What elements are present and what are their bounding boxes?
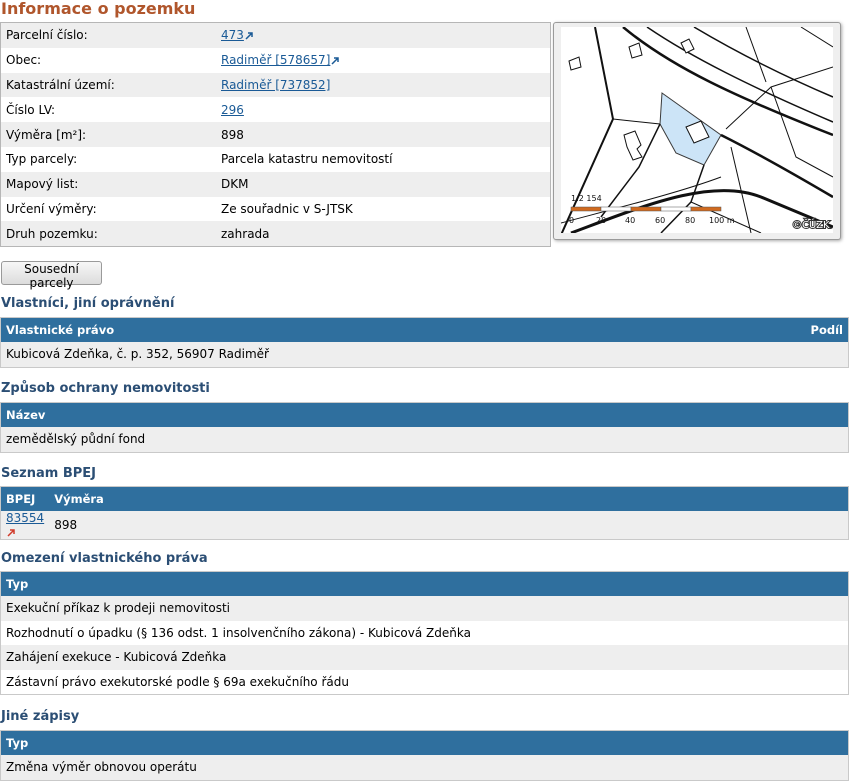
protection-title: Způsob ochrany nemovitosti <box>1 381 210 396</box>
external-link-icon[interactable] <box>7 528 16 537</box>
label-parcel-number: Parcelní číslo: <box>0 22 216 48</box>
map-copyright: ©ČÚZK <box>792 218 830 231</box>
parcel-map[interactable]: 1:2 154 0 20 40 60 80 100 m ©ČÚZK <box>553 22 841 240</box>
other-record-cell: Změna výměr obnovou operátu <box>0 755 849 780</box>
neighbor-parcels-button[interactable]: Sousední parcely <box>1 261 102 290</box>
label-land-type: Druh pozemku: <box>0 221 216 247</box>
value-lv-number: 296 <box>216 97 551 123</box>
bpej-table: BPEJ Výměra 83554 898 <box>0 486 849 540</box>
map-tick-80: 80 <box>685 216 695 225</box>
protection-table: Název zemědělský půdní fond <box>0 402 849 453</box>
other-col-type: Typ <box>0 730 849 755</box>
bpej-col-area: Výměra <box>49 486 849 511</box>
row-parcel-number: Parcelní číslo: 473 <box>0 22 551 48</box>
restrictions-title: Omezení vlastnického práva <box>1 551 208 566</box>
restrictions-table: Typ Exekuční příkaz k prodeji nemovitost… <box>0 571 849 695</box>
bpej-col-code: BPEJ <box>0 486 50 511</box>
label-lv-number: Číslo LV: <box>0 97 216 123</box>
owner-cell: Kubicová Zdeňka, č. p. 352, 56907 Radimě… <box>0 342 849 367</box>
parcel-info-table: Parcelní číslo: 473 Obec: Radiměř [57865… <box>0 22 551 248</box>
row-map-sheet: Mapový list: DKM <box>0 171 551 197</box>
restriction-cell: Rozhodnutí o úpadku (§ 136 odst. 1 insol… <box>0 620 849 645</box>
bpej-title: Seznam BPEJ <box>1 466 96 481</box>
value-parcel-type: Parcela katastru nemovitostí <box>216 146 551 172</box>
value-land-type: zahrada <box>216 221 551 247</box>
lv-number-link[interactable]: 296 <box>221 103 244 117</box>
cadastral-area-link[interactable]: Radiměř [737852] <box>221 78 330 92</box>
row-land-type: Druh pozemku: zahrada <box>0 221 551 247</box>
map-tick-60: 60 <box>655 216 665 225</box>
protection-cell: zemědělský půdní fond <box>0 427 849 452</box>
table-row: 83554 898 <box>0 511 849 540</box>
external-link-icon[interactable] <box>331 56 340 65</box>
restrictions-col-type: Typ <box>0 571 849 596</box>
value-area-method: Ze souřadnic v S-JTSK <box>216 196 551 222</box>
other-records-title: Jiné zápisy <box>1 709 80 724</box>
map-tick-40: 40 <box>625 216 635 225</box>
label-cadastral-area: Katastrální území: <box>0 72 216 98</box>
map-scale-bar <box>570 206 722 212</box>
bpej-code-link[interactable]: 83554 <box>6 511 44 525</box>
label-map-sheet: Mapový list: <box>0 171 216 197</box>
row-lv-number: Číslo LV: 296 <box>0 97 551 123</box>
map-tick-0: 0 <box>569 216 574 225</box>
row-parcel-type: Typ parcely: Parcela katastru nemovitost… <box>0 146 551 172</box>
restriction-cell: Exekuční příkaz k prodeji nemovitosti <box>0 596 849 621</box>
label-municipality: Obec: <box>0 47 216 73</box>
value-parcel-number: 473 <box>216 22 551 48</box>
municipality-link[interactable]: Radiměř [578657] <box>221 53 330 67</box>
restriction-cell: Zahájení exekuce - Kubicová Zdeňka <box>0 645 849 670</box>
value-area: 898 <box>216 122 551 147</box>
table-row: Exekuční příkaz k prodeji nemovitosti <box>0 596 849 621</box>
owners-table: Vlastnické právo Podíl Kubicová Zdeňka, č… <box>0 317 849 368</box>
bpej-area-cell: 898 <box>49 511 849 540</box>
page-title: Informace o pozemku <box>1 0 196 18</box>
map-tick-20: 20 <box>596 216 606 225</box>
external-link-icon[interactable] <box>245 31 254 40</box>
label-area: Výměra [m²]: <box>0 122 216 147</box>
parcel-number-link[interactable]: 473 <box>221 28 244 42</box>
row-area-method: Určení výměry: Ze souřadnic v S-JTSK <box>0 196 551 222</box>
bpej-code-cell: 83554 <box>0 511 50 540</box>
value-map-sheet: DKM <box>216 171 551 197</box>
owners-title: Vlastníci, jiní oprávnění <box>1 296 175 311</box>
table-row: zemědělský půdní fond <box>0 427 849 452</box>
table-row: Rozhodnutí o úpadku (§ 136 odst. 1 insol… <box>0 620 849 645</box>
owners-col-share: Podíl <box>622 317 849 342</box>
protection-col-name: Název <box>0 402 849 427</box>
owners-col-right: Vlastnické právo <box>0 317 623 342</box>
value-municipality: Radiměř [578657] <box>216 47 551 73</box>
table-row: Zahájení exekuce - Kubicová Zdeňka <box>0 645 849 670</box>
label-area-method: Určení výměry: <box>0 196 216 222</box>
table-row: Zástavní právo exekutorské podle § 69a e… <box>0 669 849 695</box>
row-cadastral-area: Katastrální území: Radiměř [737852] <box>0 72 551 98</box>
map-canvas[interactable]: 1:2 154 0 20 40 60 80 100 m ©ČÚZK <box>561 27 833 233</box>
table-row: Změna výměr obnovou operátu <box>0 755 849 780</box>
row-municipality: Obec: Radiměř [578657] <box>0 47 551 73</box>
label-parcel-type: Typ parcely: <box>0 146 216 172</box>
restriction-cell: Zástavní právo exekutorské podle § 69a e… <box>0 669 849 695</box>
value-cadastral-area: Radiměř [737852] <box>216 72 551 98</box>
map-scale: 1:2 154 <box>571 194 602 203</box>
table-row: Kubicová Zdeňka, č. p. 352, 56907 Radimě… <box>0 342 849 367</box>
map-tick-100: 100 m <box>709 216 735 225</box>
other-records-table: Typ Změna výměr obnovou operátu <box>0 730 849 781</box>
row-area: Výměra [m²]: 898 <box>0 122 551 147</box>
